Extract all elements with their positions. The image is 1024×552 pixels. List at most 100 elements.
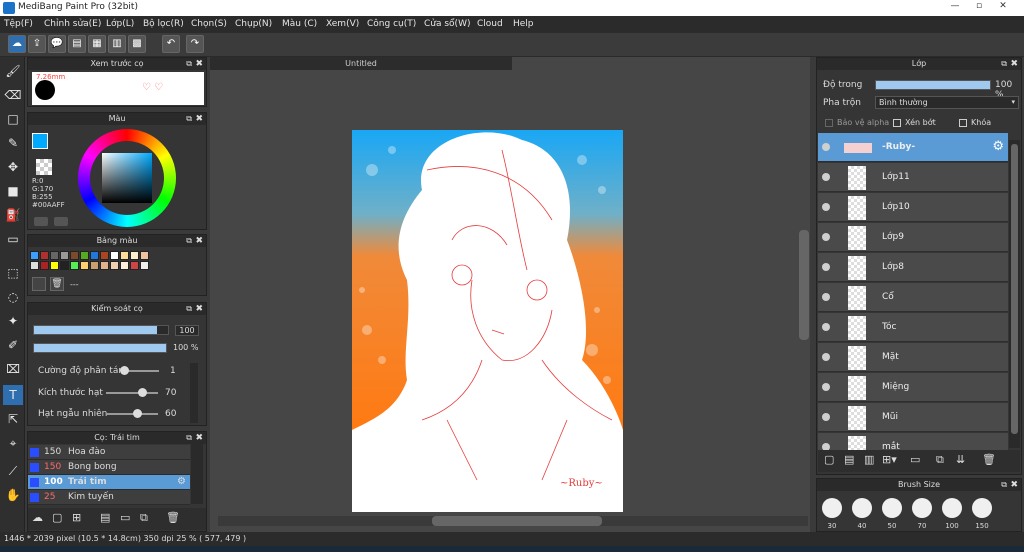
- lasso-icon[interactable]: ◌: [3, 287, 23, 307]
- merge-down-icon[interactable]: ⇊: [956, 453, 965, 466]
- palette-swatch[interactable]: [120, 261, 129, 270]
- undo-icon[interactable]: ↶: [162, 35, 180, 53]
- layer-row[interactable]: Tóc: [818, 313, 1008, 342]
- eye-icon[interactable]: [822, 173, 830, 181]
- popout-icon[interactable]: ⧉: [186, 113, 192, 125]
- new-brush-icon[interactable]: ▢: [52, 511, 62, 524]
- palette-swatch[interactable]: [30, 261, 39, 270]
- blur-tool-icon[interactable]: ⟋: [3, 461, 23, 481]
- palette-swatch[interactable]: [80, 251, 89, 260]
- gradient-tool-icon[interactable]: ▭: [3, 229, 23, 249]
- popout-icon[interactable]: ⧉: [186, 303, 192, 315]
- brush-list-item[interactable]: 150 Bong bong: [28, 460, 190, 475]
- horizontal-scrollbar-track[interactable]: [218, 516, 808, 526]
- brush-size-preset[interactable]: [822, 498, 842, 518]
- protect-alpha-checkbox[interactable]: [825, 119, 833, 127]
- brush-size-preset[interactable]: [912, 498, 932, 518]
- palette-swatch[interactable]: [120, 251, 129, 260]
- popout-icon[interactable]: ⧉: [1001, 58, 1007, 70]
- menu-select[interactable]: Chọn(S): [191, 19, 227, 29]
- popout-icon[interactable]: ⧉: [186, 432, 192, 444]
- param-knob[interactable]: [133, 409, 143, 418]
- eye-icon[interactable]: [822, 383, 830, 391]
- close-icon[interactable]: ✖: [195, 235, 203, 247]
- cloud-icon[interactable]: ☁: [8, 35, 26, 53]
- layer-row[interactable]: Mặt: [818, 343, 1008, 372]
- palette-swatch[interactable]: [30, 251, 39, 260]
- lock-checkbox[interactable]: [959, 119, 967, 127]
- palette-swatch[interactable]: [70, 261, 79, 270]
- menu-color[interactable]: Màu (C): [282, 19, 317, 29]
- bucket-tool-icon[interactable]: ⛽: [3, 205, 23, 225]
- palette-swatch[interactable]: [50, 251, 59, 260]
- new-halftone-layer-icon[interactable]: ▤: [844, 453, 854, 466]
- param-track[interactable]: [106, 388, 158, 397]
- eye-icon[interactable]: [822, 233, 830, 241]
- brush-doc-icon[interactable]: ▤: [100, 511, 110, 524]
- comment-icon[interactable]: 💬: [48, 35, 66, 53]
- brush-opacity-slider[interactable]: [33, 343, 167, 353]
- color-swap-button[interactable]: [54, 217, 68, 226]
- brush-list-item[interactable]: 100 Trái tim ⚙: [28, 475, 190, 490]
- close-icon[interactable]: ✖: [195, 113, 203, 125]
- brush-size-preset[interactable]: [852, 498, 872, 518]
- menu-filter[interactable]: Bộ lọc(R): [143, 19, 184, 29]
- layer-row[interactable]: Lớp9: [818, 223, 1008, 252]
- palette-swatch[interactable]: [110, 251, 119, 260]
- eye-icon[interactable]: [822, 323, 830, 331]
- menu-layer[interactable]: Lớp(L): [106, 19, 134, 29]
- brush-tool-icon[interactable]: 🖌: [3, 61, 23, 81]
- text-tool-icon[interactable]: T: [3, 385, 23, 405]
- gear-icon[interactable]: ⚙: [177, 476, 186, 487]
- operation-tool-icon[interactable]: ⇱: [3, 409, 23, 429]
- new-8bit-layer-icon[interactable]: ▥: [864, 453, 874, 466]
- menu-help[interactable]: Help: [513, 19, 534, 29]
- palette-swatch[interactable]: [60, 261, 69, 270]
- menu-capture[interactable]: Chụp(N): [235, 19, 272, 29]
- param-track[interactable]: [106, 409, 158, 418]
- palette-swatch[interactable]: [40, 261, 49, 270]
- palette-swatch[interactable]: [40, 251, 49, 260]
- trash-icon[interactable]: 🗑: [166, 511, 180, 524]
- layer-row[interactable]: Lớp10: [818, 193, 1008, 222]
- add-layer-menu-icon[interactable]: ⊞▾: [882, 453, 897, 466]
- hue-wheel[interactable]: [78, 129, 176, 227]
- layer-row[interactable]: -Ruby- ⚙: [818, 133, 1008, 162]
- clip-checkbox[interactable]: [893, 119, 901, 127]
- rect-tool-icon[interactable]: □: [3, 109, 23, 129]
- layer-scrollbar[interactable]: [1009, 140, 1020, 448]
- trash-icon[interactable]: 🗑: [50, 277, 64, 291]
- palette-swatch[interactable]: [140, 261, 149, 270]
- eye-icon[interactable]: [822, 263, 830, 271]
- scrollbar[interactable]: [191, 444, 203, 504]
- color-mode-button[interactable]: [34, 217, 48, 226]
- palette-swatch[interactable]: [70, 251, 79, 260]
- hand-tool-icon[interactable]: ✋: [3, 485, 23, 505]
- palette-swatch[interactable]: [50, 261, 59, 270]
- gear-icon[interactable]: ⚙: [992, 139, 1004, 154]
- select-eraser-icon[interactable]: ⌧: [3, 359, 23, 379]
- select-rect-icon[interactable]: ⬚: [3, 263, 23, 283]
- param-knob[interactable]: [119, 366, 129, 375]
- tab-untitled[interactable]: Untitled: [210, 57, 512, 70]
- close-icon[interactable]: ✖: [195, 58, 203, 70]
- horizontal-scrollbar-thumb[interactable]: [432, 516, 602, 526]
- brush-size-preset[interactable]: [972, 498, 992, 518]
- close-icon[interactable]: ✖: [195, 432, 203, 444]
- brush-size-preset[interactable]: [882, 498, 902, 518]
- palette-swatch[interactable]: [130, 261, 139, 270]
- new-layer-icon[interactable]: ▢: [824, 453, 834, 466]
- layer-opacity-slider[interactable]: [875, 80, 991, 90]
- eye-icon[interactable]: [822, 353, 830, 361]
- eye-icon[interactable]: [822, 413, 830, 421]
- popout-icon[interactable]: ⧉: [186, 58, 192, 70]
- popout-icon[interactable]: ⧉: [186, 235, 192, 247]
- trash-icon[interactable]: 🗑: [982, 453, 996, 466]
- palette-swatch[interactable]: [110, 261, 119, 270]
- layer-row[interactable]: Lớp8: [818, 253, 1008, 282]
- close-icon[interactable]: ✖: [195, 303, 203, 315]
- palette-swatch[interactable]: [90, 251, 99, 260]
- layer-row[interactable]: Mũi: [818, 403, 1008, 432]
- move-tool-icon[interactable]: ✥: [3, 157, 23, 177]
- menu-file[interactable]: Tệp(F): [4, 19, 33, 29]
